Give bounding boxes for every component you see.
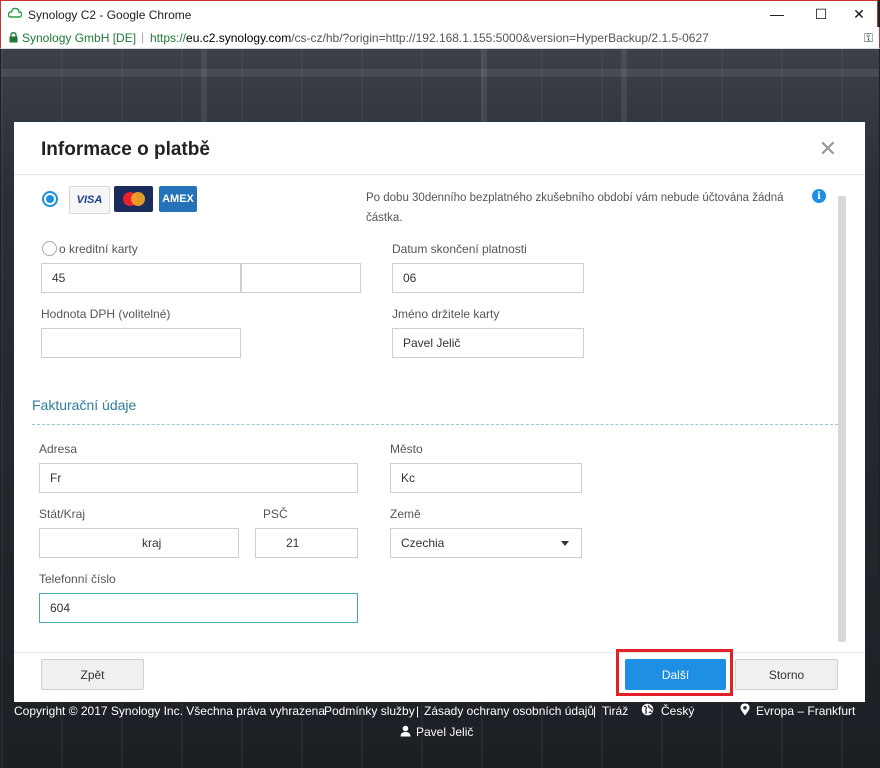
- section-divider: [32, 424, 838, 425]
- site-organization: Synology GmbH [DE]: [22, 31, 137, 45]
- phone-label: Telefonní číslo: [39, 572, 116, 586]
- url-domain: eu.c2.synology.com: [186, 31, 292, 45]
- map-pin-icon: [740, 703, 750, 719]
- region-selector[interactable]: Evropa – Frankfurt: [756, 704, 855, 718]
- vat-label: Hodnota DPH (volitelné): [41, 307, 171, 321]
- language-selector[interactable]: Český: [661, 704, 694, 718]
- state-label: Stát/Kraj: [39, 507, 86, 521]
- holder-field[interactable]: Pavel Jelič: [392, 328, 584, 358]
- imprint-link[interactable]: Tiráž: [602, 704, 628, 718]
- divider: [14, 174, 865, 175]
- mastercard-icon: [114, 186, 153, 212]
- terms-link[interactable]: Podmínky služby: [324, 704, 415, 718]
- cancel-button[interactable]: Storno: [735, 659, 838, 690]
- privacy-link[interactable]: Zásady ochrany osobních údajů: [424, 704, 594, 718]
- state-field[interactable]: kraj: [39, 528, 239, 558]
- country-label: Země: [390, 507, 421, 521]
- back-button[interactable]: Zpět: [41, 659, 144, 690]
- footer-divider: [14, 652, 865, 653]
- dialog-scrollbar[interactable]: [838, 196, 846, 642]
- phone-field[interactable]: 604: [39, 593, 358, 623]
- user-icon: [400, 725, 411, 740]
- address-separator: |: [141, 30, 145, 44]
- key-icon[interactable]: ⚿: [864, 31, 873, 46]
- background-beam: [201, 49, 207, 122]
- close-icon[interactable]: ✕: [819, 136, 837, 162]
- background-beam: [481, 49, 487, 122]
- url-prefix: https://: [150, 31, 187, 45]
- maximize-button[interactable]: ☐: [801, 3, 841, 25]
- billing-section-title: Fakturační údaje: [32, 397, 137, 413]
- trial-info-text: Po dobu 30denního bezplatného zkušebního…: [366, 192, 784, 224]
- card-number-field-2[interactable]: [241, 263, 361, 293]
- country-select[interactable]: Czechia: [390, 528, 582, 558]
- holder-label: Jméno držitele karty: [392, 307, 500, 321]
- dialog-title: Informace o platbě: [41, 139, 210, 160]
- visa-icon: VISA: [69, 186, 110, 214]
- payment-dialog: Informace o platbě ✕ VISA AMEX Po dobu 3…: [14, 122, 865, 702]
- user-name[interactable]: Pavel Jelič: [416, 725, 473, 739]
- footer-separator: |: [416, 704, 420, 718]
- expiry-field[interactable]: 06: [392, 263, 584, 293]
- url-path: /cs-cz/hb/?origin=http://192.168.1.155:5…: [291, 31, 709, 45]
- lock-icon: [9, 32, 18, 43]
- radio-overlay[interactable]: [42, 241, 57, 256]
- synology-cloud-icon: [8, 7, 22, 18]
- chevron-down-icon: [561, 541, 569, 546]
- copyright-text: Copyright © 2017 Synology Inc. Všechna p…: [14, 704, 326, 718]
- amex-icon: AMEX: [159, 186, 197, 212]
- zip-label: PSČ: [263, 507, 288, 521]
- background-beam: [1, 69, 879, 77]
- address-field[interactable]: Fr: [39, 463, 358, 493]
- background-beam: [621, 49, 627, 122]
- minimize-button[interactable]: —: [757, 3, 797, 25]
- address-bar[interactable]: Synology GmbH [DE] | https://eu.c2.synol…: [0, 27, 880, 49]
- address-label: Adresa: [39, 442, 78, 456]
- url-text[interactable]: https://eu.c2.synology.com/cs-cz/hb/?ori…: [150, 31, 709, 45]
- browser-title-bar: Synology C2 - Google Chrome — ☐ ✕: [0, 0, 878, 27]
- close-window-button[interactable]: ✕: [839, 3, 879, 25]
- expiry-label: Datum skončení platnosti: [392, 242, 527, 256]
- zip-field[interactable]: 21: [255, 528, 358, 558]
- country-value: Czechia: [401, 536, 445, 550]
- footer-separator: |: [593, 704, 597, 718]
- globe-icon: [641, 703, 654, 719]
- next-button-highlight: [616, 649, 733, 696]
- city-label: Město: [390, 442, 423, 456]
- info-icon[interactable]: i: [812, 189, 826, 203]
- window-title: Synology C2 - Google Chrome: [28, 8, 192, 22]
- card-payment-radio[interactable]: [42, 191, 58, 207]
- card-number-label: o kreditní karty: [59, 242, 138, 256]
- city-field[interactable]: Kc: [390, 463, 582, 493]
- vat-field[interactable]: [41, 328, 241, 358]
- card-number-field-1[interactable]: 45: [41, 263, 241, 293]
